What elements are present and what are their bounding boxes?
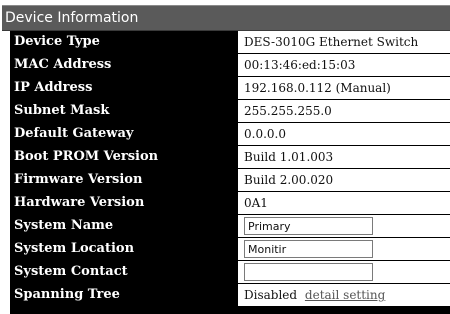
hardware-version-value: 0A1	[238, 192, 450, 214]
detail-setting-link[interactable]: detail setting	[305, 288, 385, 302]
subnet-mask-value: 255.255.255.0	[238, 100, 450, 122]
system-name-label: System Name	[10, 215, 228, 237]
panel-title: Device Information	[5, 10, 139, 26]
mac-address-label: MAC Address	[10, 54, 228, 76]
boot-prom-version-label: Boot PROM Version	[10, 146, 228, 168]
row-firmware-version: Firmware Version Build 2.00.020	[10, 169, 450, 191]
system-location-label: System Location	[10, 238, 228, 260]
device-information-page: Device Information Device Type DES-3010G…	[0, 0, 450, 314]
default-gateway-value: 0.0.0.0	[238, 123, 450, 145]
row-system-location: System Location	[10, 238, 450, 260]
row-device-type: Device Type DES-3010G Ethernet Switch	[10, 31, 450, 53]
ip-address-value: 192.168.0.112 (Manual)	[238, 77, 450, 99]
row-ip-address: IP Address 192.168.0.112 (Manual)	[10, 77, 450, 99]
mac-address-value: 00:13:46:ed:15:03	[238, 54, 450, 76]
system-contact-label: System Contact	[10, 261, 228, 283]
device-type-label: Device Type	[10, 31, 228, 53]
system-contact-input[interactable]	[244, 263, 373, 281]
device-type-value: DES-3010G Ethernet Switch	[238, 31, 450, 53]
firmware-version-value: Build 2.00.020	[238, 169, 450, 191]
spanning-tree-cell: Disabled detail setting	[238, 284, 450, 306]
default-gateway-label: Default Gateway	[10, 123, 228, 145]
row-hardware-version: Hardware Version 0A1	[10, 192, 450, 214]
system-contact-cell	[238, 261, 450, 283]
system-name-input[interactable]	[244, 217, 373, 235]
row-spanning-tree: Spanning Tree Disabled detail setting	[10, 284, 450, 306]
firmware-version-label: Firmware Version	[10, 169, 228, 191]
system-location-cell	[238, 238, 450, 260]
system-name-cell	[238, 215, 450, 237]
row-system-name: System Name	[10, 215, 450, 237]
ip-address-label: IP Address	[10, 77, 228, 99]
row-subnet-mask: Subnet Mask 255.255.255.0	[10, 100, 450, 122]
device-info-table: Device Type DES-3010G Ethernet Switch MA…	[10, 31, 450, 314]
row-mac-address: MAC Address 00:13:46:ed:15:03	[10, 54, 450, 76]
boot-prom-version-value: Build 1.01.003	[238, 146, 450, 168]
spanning-tree-label: Spanning Tree	[10, 284, 228, 306]
row-boot-prom-version: Boot PROM Version Build 1.01.003	[10, 146, 450, 168]
row-system-contact: System Contact	[10, 261, 450, 283]
system-location-input[interactable]	[244, 240, 373, 258]
hardware-version-label: Hardware Version	[10, 192, 228, 214]
subnet-mask-label: Subnet Mask	[10, 100, 228, 122]
row-default-gateway: Default Gateway 0.0.0.0	[10, 123, 450, 145]
spanning-tree-status: Disabled	[244, 288, 298, 302]
panel-header: Device Information	[2, 5, 450, 31]
